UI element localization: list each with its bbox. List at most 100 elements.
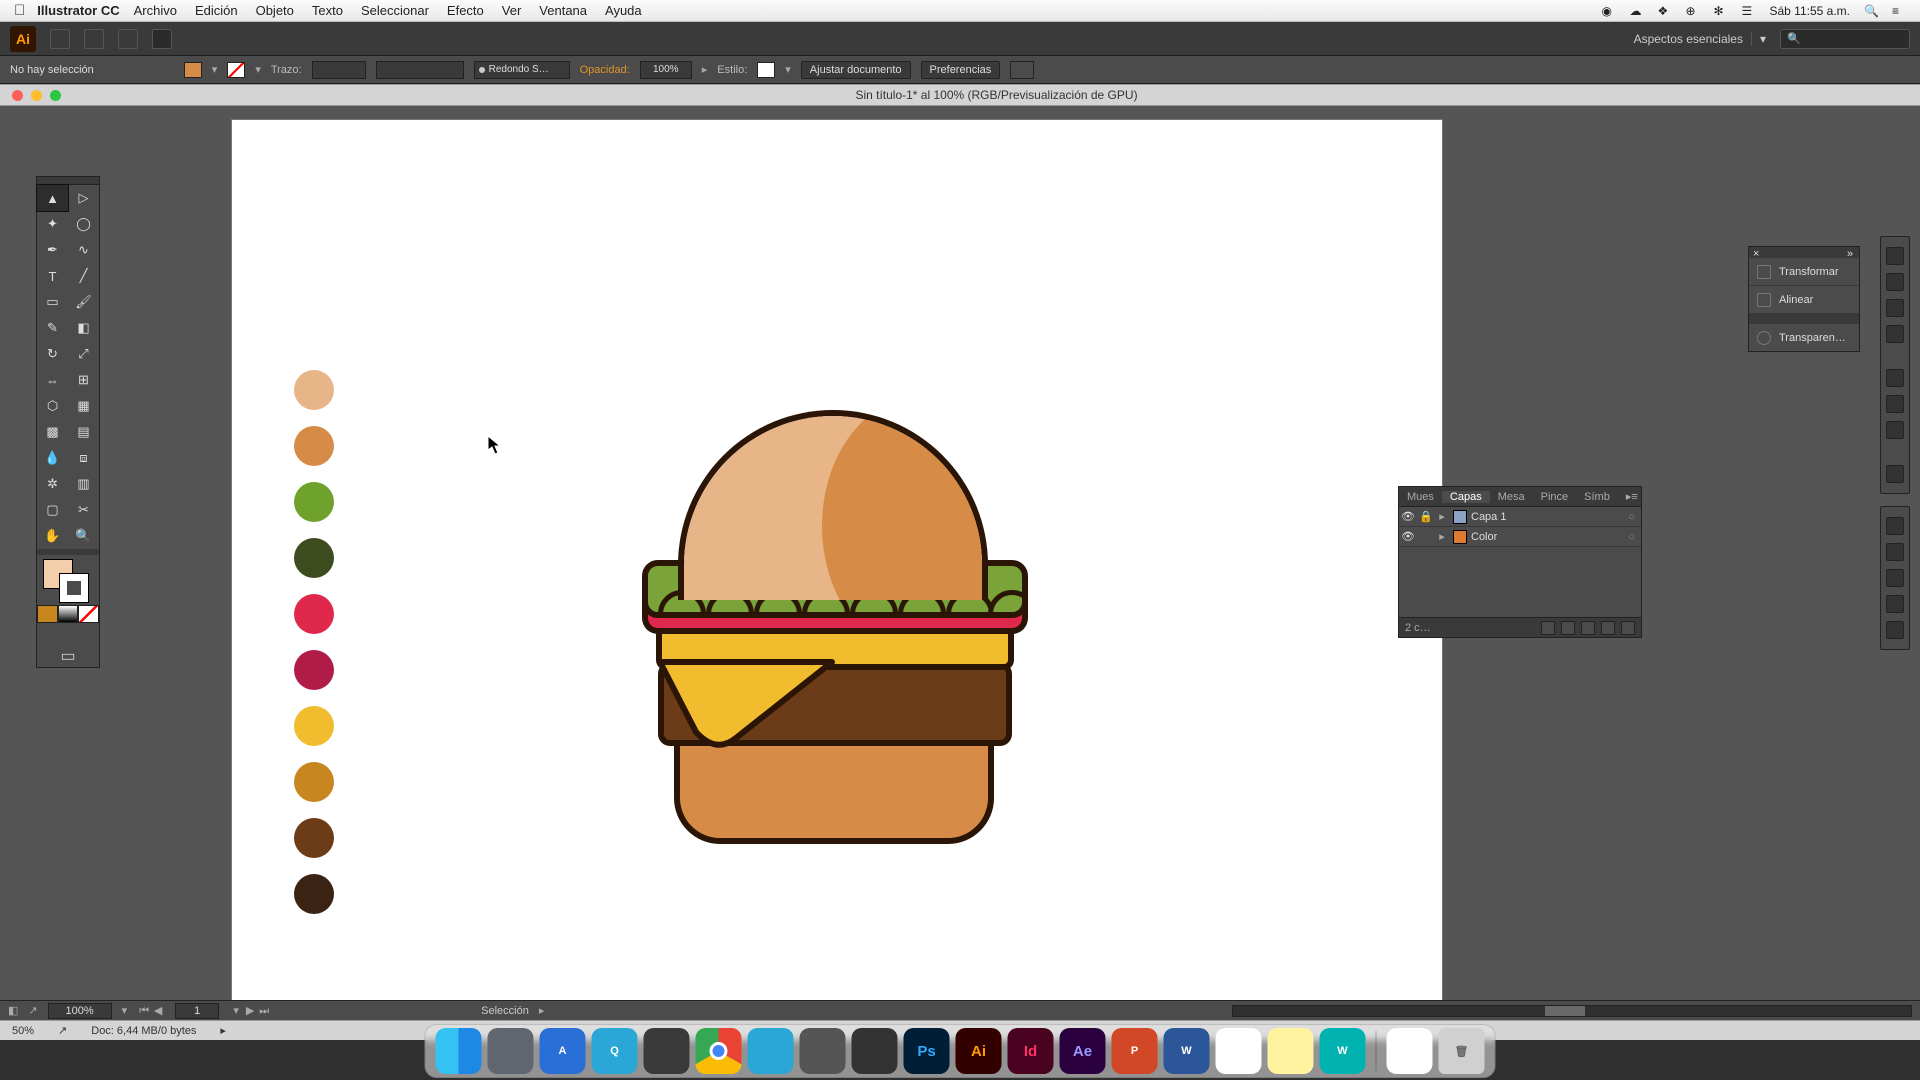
appbar-button[interactable]	[152, 29, 172, 49]
dock-app-illustrator[interactable]: Ai	[956, 1028, 1002, 1074]
panel-icon[interactable]	[1886, 621, 1904, 639]
menubar-app-name[interactable]: Illustrator CC	[37, 3, 119, 18]
dock-app-word[interactable]: W	[1164, 1028, 1210, 1074]
new-sublayer-button[interactable]	[1581, 621, 1595, 635]
fill-swatch[interactable]	[184, 62, 202, 78]
palette-dot[interactable]	[294, 818, 334, 858]
spotlight-icon[interactable]: 🔍	[1864, 4, 1878, 18]
dock-app-appstore[interactable]: A	[540, 1028, 586, 1074]
dock-app-aftereffects[interactable]: Ae	[1060, 1028, 1106, 1074]
dock-app-filmstrip[interactable]	[644, 1028, 690, 1074]
workspace-switcher[interactable]: Aspectos esenciales ▾	[1634, 32, 1766, 46]
scrollbar-thumb[interactable]	[1545, 1006, 1585, 1016]
arrange-docs-button[interactable]	[118, 29, 138, 49]
tools-panel[interactable]: ▲ ▷ ✦ ◯ ✒ ∿ T ╱ ▭ 🖌 ✎ ◧ ↻ ⤢ ⇔ ⊞ ⬡ ▦ ▩ ▤ …	[36, 176, 100, 668]
paintbrush-tool[interactable]: 🖌	[68, 289, 99, 315]
window-traffic-lights[interactable]	[12, 90, 61, 101]
palette-dot[interactable]	[294, 650, 334, 690]
palette-dot[interactable]	[294, 706, 334, 746]
delete-layer-button[interactable]	[1621, 621, 1635, 635]
close-icon[interactable]	[12, 90, 23, 101]
collapse-icon[interactable]: »	[1847, 248, 1855, 256]
rectangle-tool[interactable]: ▭	[37, 289, 68, 315]
maximize-icon[interactable]	[50, 90, 61, 101]
layer-name[interactable]: Capa 1	[1471, 511, 1506, 523]
dock-app-settings[interactable]	[800, 1028, 846, 1074]
menu-edicion[interactable]: Edición	[195, 3, 238, 18]
layers-panel-icon[interactable]	[1886, 543, 1904, 561]
chevron-down-icon[interactable]: ▸	[702, 63, 708, 76]
menubar-clock[interactable]: Sáb 11:55 a.m.	[1770, 4, 1851, 18]
target-icon[interactable]: ○	[1628, 531, 1635, 543]
appbar-button[interactable]	[50, 29, 70, 49]
layer-row[interactable]: 👁 🔒 ▸ Capa 1 ○	[1399, 507, 1641, 527]
tab-brushes[interactable]: Pince	[1533, 491, 1577, 503]
disclosure-icon[interactable]: ▸	[1435, 510, 1449, 523]
graph-tool[interactable]: ▥	[68, 471, 99, 497]
dock-app-powerpoint[interactable]: P	[1112, 1028, 1158, 1074]
tab-swatches[interactable]: Mues	[1399, 491, 1442, 503]
right-panel-dock-2[interactable]	[1880, 506, 1910, 650]
artboard-tool[interactable]: ▢	[37, 497, 68, 523]
palette-dot[interactable]	[294, 538, 334, 578]
status-icon[interactable]: ❖	[1658, 4, 1672, 18]
dock-app-safari[interactable]	[748, 1028, 794, 1074]
shape-builder-tool[interactable]: ⬡	[37, 393, 68, 419]
burger-illustration[interactable]	[632, 410, 1038, 840]
statusbar-btn[interactable]: ↗	[28, 1004, 37, 1017]
dock-app-chrome[interactable]	[696, 1028, 742, 1074]
magic-wand-tool[interactable]: ✦	[37, 211, 68, 237]
visibility-icon[interactable]: 👁	[1399, 510, 1417, 523]
curvature-tool[interactable]: ∿	[68, 237, 99, 263]
locate-object-button[interactable]	[1541, 621, 1555, 635]
brush-select[interactable]: Redondo S…	[474, 61, 570, 79]
apple-icon[interactable]: 	[14, 2, 25, 19]
dock-app-launchpad[interactable]	[488, 1028, 534, 1074]
status-icon[interactable]: ⊕	[1686, 4, 1700, 18]
selection-tool[interactable]: ▲	[37, 185, 68, 211]
layer-name[interactable]: Color	[1471, 531, 1497, 543]
dock-app-quicktime[interactable]: Q	[592, 1028, 638, 1074]
tab-symbols[interactable]: Símb	[1576, 491, 1618, 503]
free-transform-tool[interactable]: ⊞	[68, 367, 99, 393]
eyedropper-tool[interactable]: 💧	[37, 445, 68, 471]
dock-app-finder[interactable]	[436, 1028, 482, 1074]
visibility-icon[interactable]: 👁	[1399, 530, 1417, 543]
palette-dot[interactable]	[294, 762, 334, 802]
transparency-panel-icon[interactable]	[1886, 395, 1904, 413]
wifi-icon[interactable]: ☰	[1742, 4, 1756, 18]
chevron-down-icon[interactable]: ▾	[122, 1004, 128, 1017]
properties-panel-group[interactable]: ×» Transformar Alinear Transparen…	[1748, 246, 1860, 352]
perspective-tool[interactable]: ▦	[68, 393, 99, 419]
status-icon[interactable]: ◉	[1602, 4, 1616, 18]
layers-panel[interactable]: Mues Capas Mesa Pince Símb ▸≡ 👁 🔒 ▸ Capa…	[1398, 486, 1642, 638]
slice-tool[interactable]: ✂	[68, 497, 99, 523]
menu-ventana[interactable]: Ventana	[539, 3, 587, 18]
dock-app-photoshop[interactable]: Ps	[904, 1028, 950, 1074]
palette-dot[interactable]	[294, 370, 334, 410]
gradient-tool[interactable]: ▤	[68, 419, 99, 445]
zoom-input[interactable]: 100%	[48, 1003, 112, 1019]
chevron-down-icon[interactable]: ▾	[212, 63, 218, 76]
menu-efecto[interactable]: Efecto	[447, 3, 484, 18]
pencil-tool[interactable]: ✎	[37, 315, 68, 341]
status-icon[interactable]: ✻	[1714, 4, 1728, 18]
width-tool[interactable]: ⇔	[37, 367, 68, 393]
palette-dot[interactable]	[294, 594, 334, 634]
panel-icon[interactable]	[1886, 517, 1904, 535]
align-button[interactable]	[1010, 61, 1034, 79]
dock-app-notes[interactable]	[1268, 1028, 1314, 1074]
dock-app-preview[interactable]	[1216, 1028, 1262, 1074]
direct-selection-tool[interactable]: ▷	[68, 185, 99, 211]
appbar-button[interactable]	[84, 29, 104, 49]
type-tool[interactable]: T	[37, 263, 68, 289]
disclosure-icon[interactable]: ▸	[1435, 530, 1449, 543]
lasso-tool[interactable]: ◯	[68, 211, 99, 237]
panel-menu-icon[interactable]: ▸≡	[1618, 490, 1644, 503]
panel-align[interactable]: Alinear	[1749, 285, 1859, 313]
status-icon[interactable]: ☁	[1630, 4, 1644, 18]
dock-app-trash[interactable]: 🗑	[1439, 1028, 1485, 1074]
mac-dock[interactable]: AQPsAiIdAePWW🗑	[425, 1024, 1496, 1078]
screen-mode[interactable]: ▭	[37, 645, 99, 667]
new-layer-button[interactable]	[1601, 621, 1615, 635]
